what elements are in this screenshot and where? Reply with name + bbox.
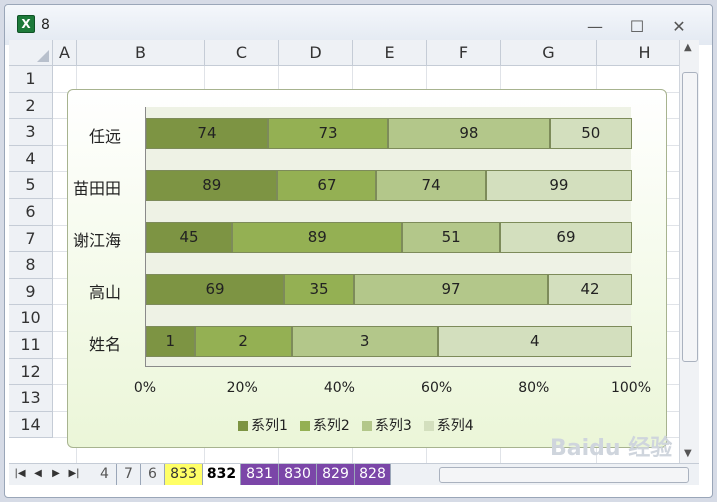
legend-item[interactable]: 系列2 bbox=[299, 415, 350, 435]
bar-segment[interactable]: 89 bbox=[232, 222, 403, 253]
column-header-g[interactable]: G bbox=[501, 40, 597, 66]
window-title: 8 bbox=[41, 17, 50, 33]
excel-icon: X bbox=[17, 15, 35, 33]
bar-segment[interactable]: 74 bbox=[146, 118, 268, 149]
first-sheet-icon[interactable]: |◀ bbox=[13, 466, 27, 482]
x-tick-label: 80% bbox=[518, 380, 550, 396]
maximize-icon[interactable]: ☐ bbox=[625, 17, 649, 37]
bar-segment[interactable]: 98 bbox=[388, 118, 550, 149]
x-tick-label: 0% bbox=[133, 380, 157, 396]
category-label: 谢江海 bbox=[72, 231, 121, 250]
bar-segment[interactable]: 99 bbox=[485, 170, 632, 201]
bar-segment[interactable]: 1 bbox=[146, 326, 195, 357]
row-header-2[interactable]: 2 bbox=[9, 92, 53, 120]
bar-segment[interactable]: 69 bbox=[146, 274, 284, 305]
next-sheet-icon[interactable]: ▶ bbox=[49, 466, 63, 482]
row-header-12[interactable]: 12 bbox=[9, 358, 53, 386]
legend-item[interactable]: 系列4 bbox=[423, 415, 474, 435]
minimize-icon[interactable]: — bbox=[583, 17, 607, 37]
legend-label: 系列1 bbox=[251, 418, 288, 434]
watermark: Baidu 经验 bbox=[550, 436, 673, 461]
legend-item[interactable]: 系列3 bbox=[361, 415, 412, 435]
row-header-13[interactable]: 13 bbox=[9, 385, 53, 412]
sheet-tab-4[interactable]: 4 bbox=[93, 464, 117, 485]
prev-sheet-icon[interactable]: ◀ bbox=[31, 466, 45, 482]
scroll-up-icon[interactable]: ▲ bbox=[684, 42, 692, 53]
column-header-b[interactable]: B bbox=[77, 40, 205, 66]
column-header-e[interactable]: E bbox=[353, 40, 427, 66]
bar-segment[interactable]: 50 bbox=[549, 118, 632, 149]
sheet-tab-829[interactable]: 829 bbox=[317, 464, 355, 485]
legend-label: 系列4 bbox=[436, 418, 474, 434]
bar-segment[interactable]: 89 bbox=[146, 170, 278, 201]
sheet-tab-6[interactable]: 6 bbox=[141, 464, 165, 485]
stacked-bar-chart[interactable]: 任远 苗田田 谢江海 高山 姓名 74 73 98 50 89 67 74 99 45 89 51 69 69 3… bbox=[67, 89, 667, 448]
legend-swatch bbox=[423, 421, 434, 431]
bar-segment[interactable]: 2 bbox=[194, 326, 292, 357]
category-label: 姓名 bbox=[88, 335, 121, 354]
chart-legend: 系列1 系列2 系列3 系列4 bbox=[238, 415, 486, 435]
plot-area: 74 73 98 50 89 67 74 99 45 89 51 69 69 35 97 42 1 2 3 4 bbox=[145, 107, 632, 367]
bar-segment[interactable]: 97 bbox=[354, 274, 548, 305]
vertical-scroll-thumb[interactable] bbox=[682, 72, 698, 362]
bar-segment[interactable]: 3 bbox=[291, 326, 438, 357]
bar-segment[interactable]: 42 bbox=[548, 274, 632, 305]
sheet-tab-833[interactable]: 833 bbox=[165, 464, 203, 485]
x-tick-label: 40% bbox=[323, 380, 355, 396]
legend-swatch bbox=[299, 421, 310, 431]
bar-segment[interactable]: 74 bbox=[376, 170, 486, 201]
column-header-d[interactable]: D bbox=[279, 40, 353, 66]
legend-label: 系列2 bbox=[312, 418, 350, 434]
sheet-tab-7[interactable]: 7 bbox=[117, 464, 141, 485]
category-label: 苗田田 bbox=[72, 179, 121, 198]
sheet-tab-831[interactable]: 831 bbox=[241, 464, 279, 485]
bar-segment[interactable]: 67 bbox=[277, 170, 377, 201]
bar-segment[interactable]: 45 bbox=[146, 222, 233, 253]
x-tick-label: 20% bbox=[226, 380, 258, 396]
close-icon[interactable]: ✕ bbox=[667, 17, 691, 37]
category-label: 高山 bbox=[88, 283, 121, 302]
column-header-c[interactable]: C bbox=[205, 40, 279, 66]
row-header-4[interactable]: 4 bbox=[9, 145, 53, 173]
bar-segment[interactable]: 4 bbox=[437, 326, 632, 357]
bar-segment[interactable]: 51 bbox=[402, 222, 500, 253]
row-header-6[interactable]: 6 bbox=[9, 199, 53, 226]
sheet-tab-832[interactable]: 832 bbox=[203, 464, 241, 485]
row-header-10[interactable]: 10 bbox=[9, 305, 53, 332]
bar-segment[interactable]: 35 bbox=[284, 274, 354, 305]
vertical-scrollbar[interactable]: ▲ ▼ bbox=[679, 40, 699, 464]
sheet-tab-830[interactable]: 830 bbox=[279, 464, 317, 485]
legend-swatch bbox=[238, 421, 248, 431]
column-header-a[interactable]: A bbox=[53, 40, 77, 66]
column-header-f[interactable]: F bbox=[427, 40, 501, 66]
category-label: 任远 bbox=[88, 127, 121, 146]
legend-item[interactable]: 系列1 bbox=[238, 415, 288, 435]
last-sheet-icon[interactable]: ▶| bbox=[67, 466, 81, 482]
column-header-h[interactable]: H bbox=[597, 40, 679, 66]
bar-segment[interactable]: 69 bbox=[499, 222, 632, 253]
row-header-8[interactable]: 8 bbox=[9, 252, 53, 279]
x-tick-label: 100% bbox=[610, 380, 652, 396]
title-bar: X 8 — ☐ ✕ bbox=[5, 5, 712, 45]
row-header-14[interactable]: 14 bbox=[9, 411, 53, 439]
x-tick-label: 60% bbox=[421, 380, 453, 396]
legend-label: 系列3 bbox=[374, 418, 412, 434]
bar-segment[interactable]: 73 bbox=[267, 118, 389, 149]
legend-swatch bbox=[361, 421, 372, 431]
row-header-1[interactable]: 1 bbox=[9, 66, 53, 93]
sheet-tab-828[interactable]: 828 bbox=[355, 464, 391, 485]
select-all-corner[interactable] bbox=[9, 40, 53, 66]
